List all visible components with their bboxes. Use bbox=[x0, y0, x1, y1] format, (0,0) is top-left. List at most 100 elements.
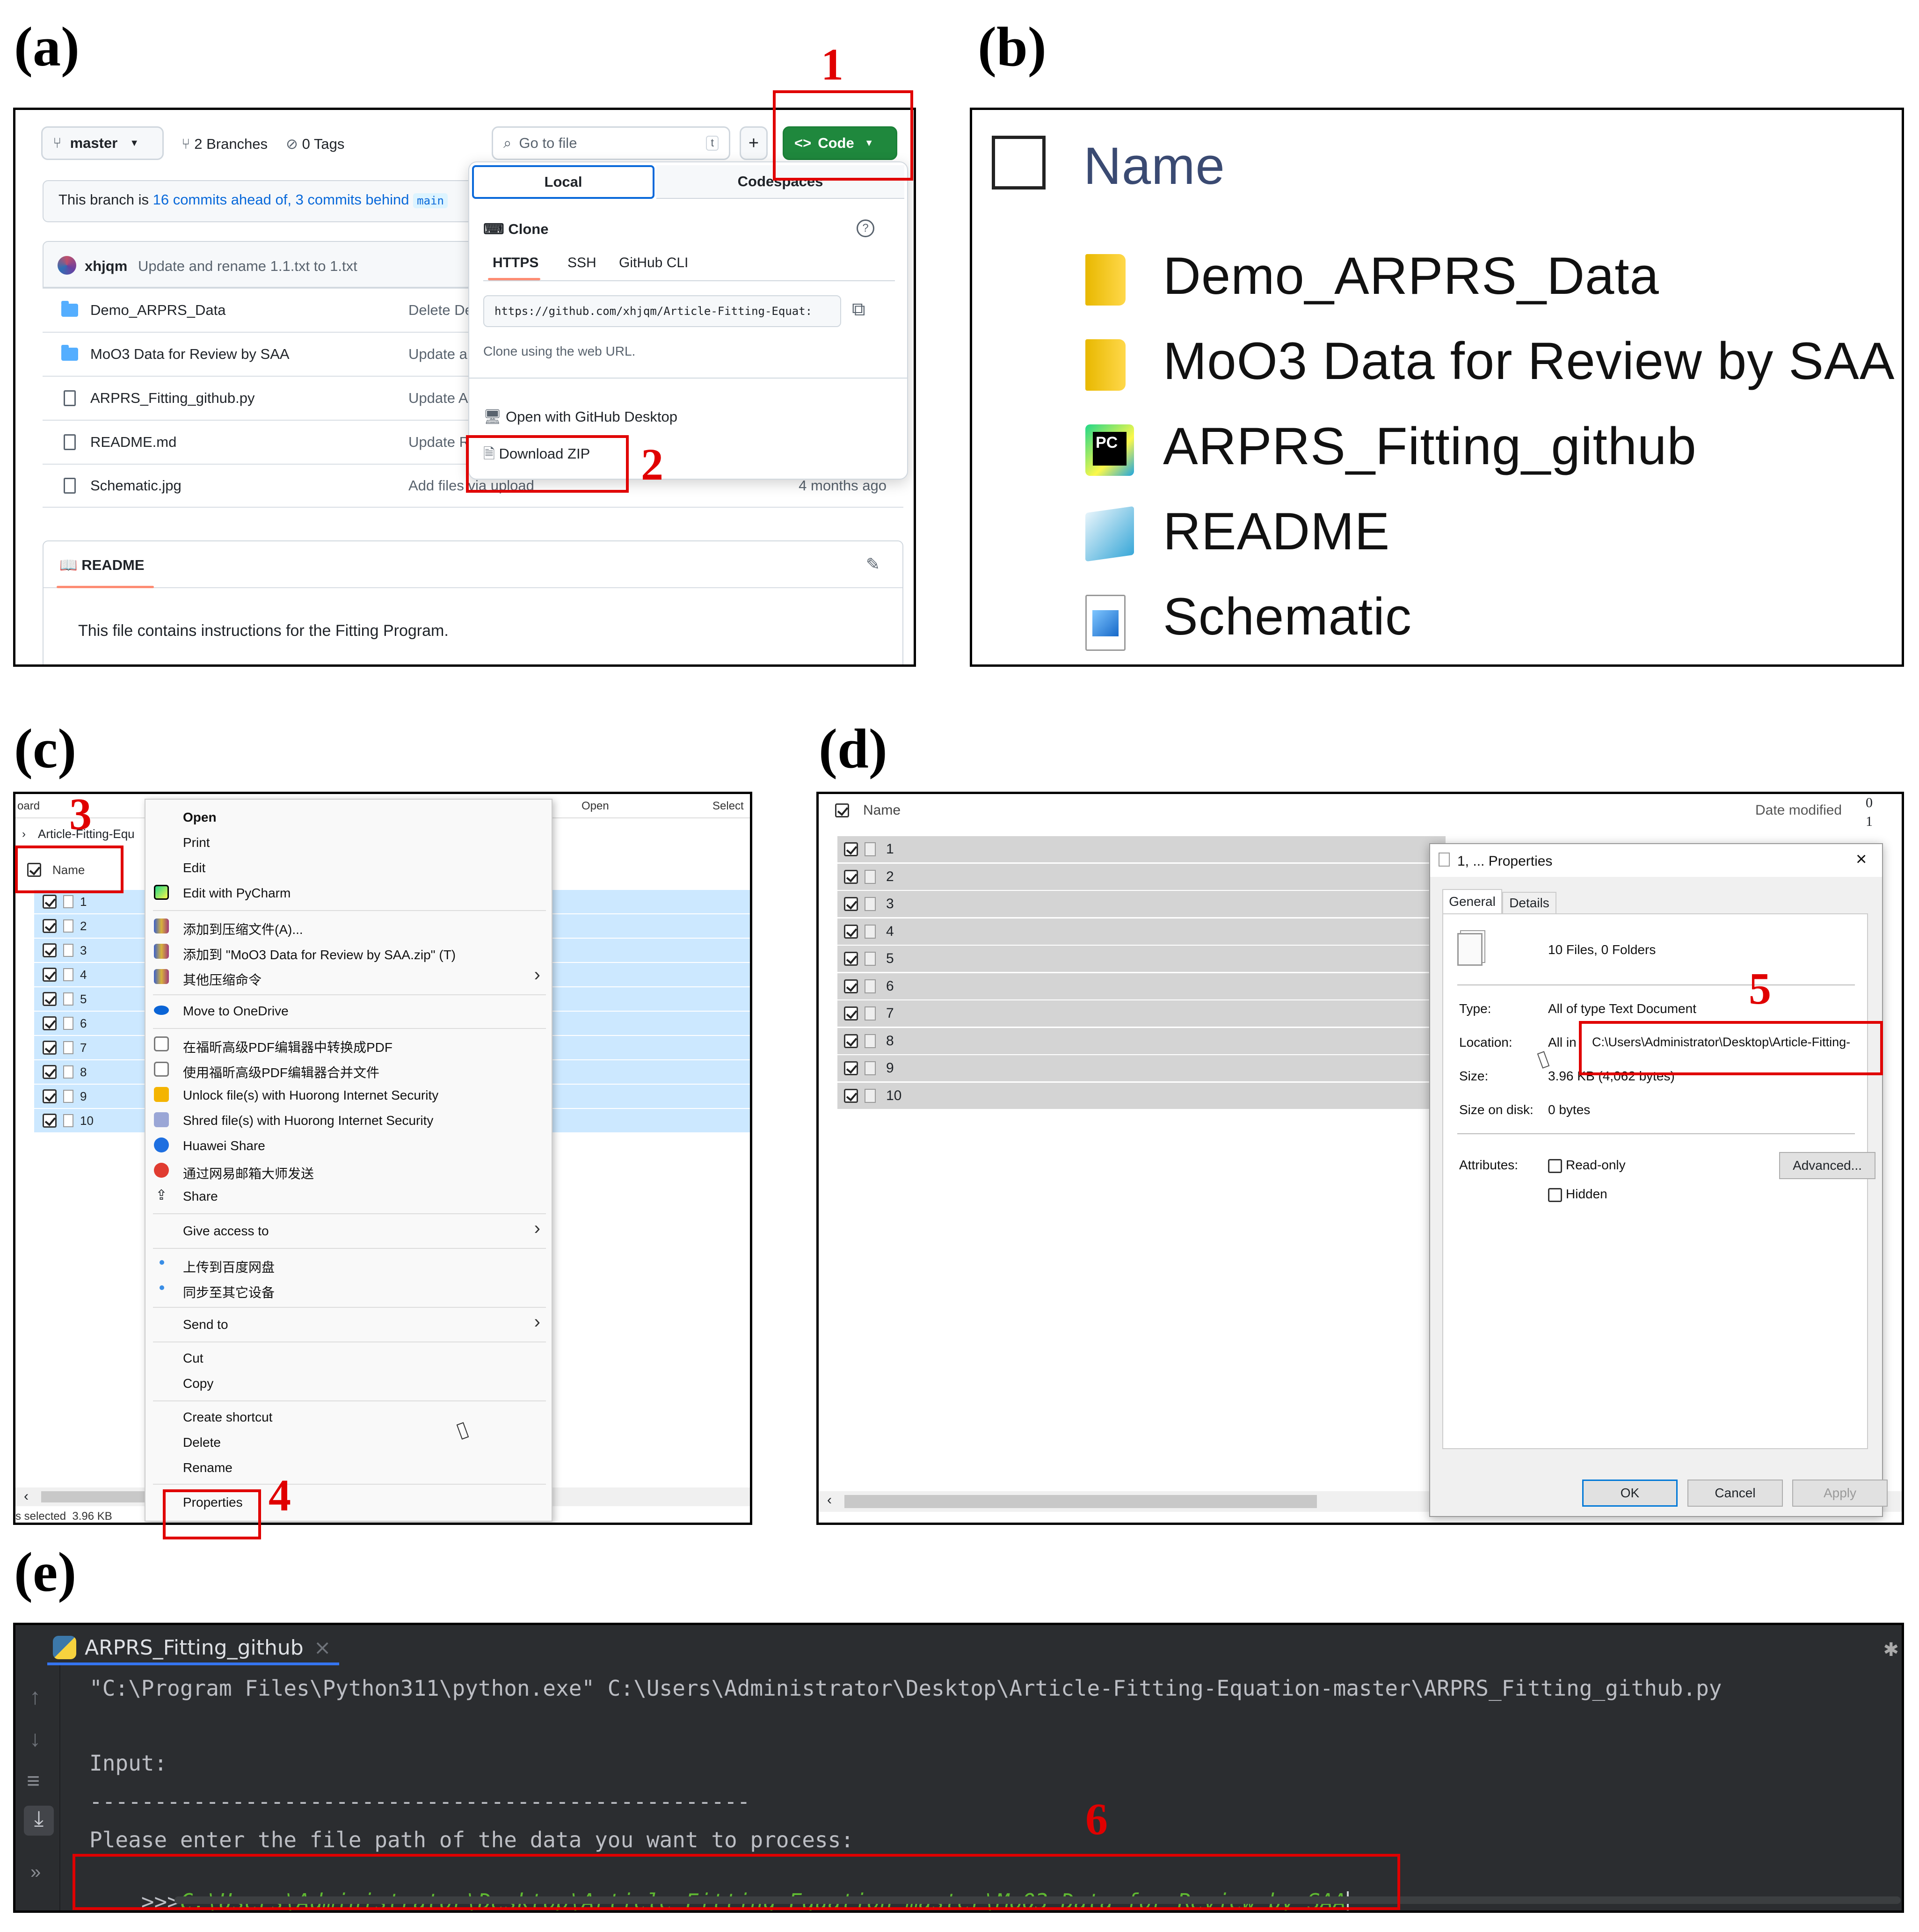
row-checkbox[interactable] bbox=[43, 1041, 57, 1055]
file-name[interactable]: 10 bbox=[886, 1088, 901, 1104]
menu-item-pdf-convert[interactable]: 在福昕高级PDF编辑器中转换成PDF bbox=[183, 1037, 393, 1056]
file-row[interactable]: 9 bbox=[837, 1055, 1446, 1081]
ribbon-select[interactable]: Select bbox=[712, 800, 744, 813]
copy-icon[interactable]: ⧉ bbox=[852, 299, 865, 320]
file-name[interactable]: 9 bbox=[886, 1060, 894, 1076]
file-row[interactable]: 5 bbox=[837, 946, 1446, 972]
row-checkbox[interactable] bbox=[844, 869, 858, 884]
menu-item-shred[interactable]: Shred file(s) with Huorong Internet Secu… bbox=[183, 1113, 433, 1128]
protocol-tab[interactable]: SSH bbox=[567, 255, 596, 271]
file-name[interactable]: 4 bbox=[80, 968, 87, 982]
menu-item-print[interactable]: Print bbox=[183, 835, 210, 850]
file-name[interactable]: 4 bbox=[886, 924, 894, 940]
row-checkbox[interactable] bbox=[844, 1061, 858, 1075]
protocol-tab[interactable]: GitHub CLI bbox=[619, 255, 688, 271]
item-name[interactable]: Demo_ARPRS_Data bbox=[1163, 246, 1659, 306]
row-checkbox[interactable] bbox=[844, 1006, 858, 1021]
file-name[interactable]: README.md bbox=[90, 434, 408, 451]
clone-url-field[interactable]: https://github.com/xhjqm/Article-Fitting… bbox=[483, 295, 841, 327]
scrollbar-thumb[interactable] bbox=[844, 1495, 1317, 1508]
select-all-checkbox[interactable] bbox=[992, 136, 1046, 190]
menu-item-zip-add-named[interactable]: 添加到 "MoO3 Data for Review by SAA.zip" (T… bbox=[183, 945, 456, 963]
name-column-header[interactable]: Name bbox=[835, 799, 901, 822]
row-checkbox[interactable] bbox=[43, 1089, 57, 1103]
gear-icon[interactable]: ✱ bbox=[1883, 1639, 1899, 1661]
row-checkbox[interactable] bbox=[43, 1065, 57, 1079]
scrollbar-thumb[interactable] bbox=[41, 1491, 153, 1502]
row-checkbox[interactable] bbox=[43, 943, 57, 957]
commit-message[interactable]: Update and rename 1.1.txt to 1.txt bbox=[138, 258, 357, 275]
file-name[interactable]: 2 bbox=[80, 919, 87, 933]
menu-item-baidu[interactable]: 上传到百度网盘 bbox=[183, 1257, 275, 1276]
readonly-checkbox[interactable]: Read-only bbox=[1548, 1158, 1626, 1173]
name-column-header[interactable]: Name bbox=[1083, 136, 1225, 196]
close-icon[interactable]: × bbox=[1856, 849, 1867, 870]
chevron-right-icon[interactable]: › bbox=[22, 828, 26, 841]
file-name[interactable]: 9 bbox=[80, 1089, 87, 1104]
protocol-tab[interactable]: HTTPS bbox=[493, 255, 538, 271]
file-name[interactable]: 7 bbox=[886, 1006, 894, 1021]
go-to-file-input[interactable]: ⌕ Go to file t bbox=[492, 126, 730, 160]
file-row[interactable]: 1 bbox=[837, 836, 1446, 862]
file-name[interactable]: 8 bbox=[886, 1033, 894, 1049]
apply-button[interactable]: Apply bbox=[1792, 1480, 1888, 1507]
file-name[interactable]: 3 bbox=[886, 896, 894, 912]
select-all-checkbox[interactable] bbox=[835, 803, 849, 817]
cancel-button[interactable]: Cancel bbox=[1687, 1480, 1783, 1507]
menu-item-pdf-merge[interactable]: 使用福昕高级PDF编辑器合并文件 bbox=[183, 1063, 379, 1081]
menu-item-create-shortcut[interactable]: Create shortcut bbox=[183, 1410, 272, 1425]
row-checkbox[interactable] bbox=[844, 979, 858, 993]
menu-item-open[interactable]: Open bbox=[183, 810, 217, 825]
advanced-button[interactable]: Advanced... bbox=[1779, 1152, 1875, 1179]
file-row[interactable]: 7 bbox=[837, 1000, 1446, 1027]
ok-button[interactable]: OK bbox=[1582, 1480, 1678, 1507]
menu-item-huawei[interactable]: Huawei Share bbox=[183, 1138, 265, 1153]
row-checkbox[interactable] bbox=[844, 924, 858, 939]
file-name[interactable]: ARPRS_Fitting_github.py bbox=[90, 390, 408, 407]
tab-general[interactable]: General bbox=[1442, 889, 1502, 913]
file-name[interactable]: 5 bbox=[886, 951, 894, 967]
file-row[interactable]: 8 bbox=[837, 1028, 1446, 1054]
menu-item-send-to[interactable]: Send to bbox=[183, 1317, 228, 1332]
menu-item-unlock[interactable]: Unlock file(s) with Huorong Internet Sec… bbox=[183, 1088, 438, 1103]
file-row[interactable]: 4 bbox=[837, 918, 1446, 945]
item-name[interactable]: ARPRS_Fitting_github bbox=[1163, 416, 1697, 476]
scroll-left-icon[interactable]: ‹ bbox=[24, 1488, 29, 1504]
menu-item-give-access[interactable]: Give access to bbox=[183, 1224, 269, 1239]
run-tab[interactable]: ARPRS_Fitting_github × bbox=[53, 1634, 331, 1661]
file-name[interactable]: 3 bbox=[80, 943, 87, 958]
open-desktop-item[interactable]: 🖥 Open with GitHub Desktop bbox=[483, 408, 677, 425]
menu-item-sync[interactable]: 同步至其它设备 bbox=[183, 1283, 275, 1301]
menu-item-zip-add[interactable]: 添加到压缩文件(A)... bbox=[183, 919, 303, 938]
file-name[interactable]: Schematic.jpg bbox=[90, 477, 408, 494]
more-icon[interactable]: » bbox=[30, 1862, 41, 1883]
file-name[interactable]: MoO3 Data for Review by SAA bbox=[90, 346, 408, 363]
file-name[interactable]: 8 bbox=[80, 1065, 87, 1079]
branches-link[interactable]: ⑂ 2 Branches bbox=[182, 136, 268, 153]
row-checkbox[interactable] bbox=[43, 919, 57, 933]
menu-item-edit-pycharm[interactable]: Edit with PyCharm bbox=[183, 886, 291, 901]
file-name[interactable]: 1 bbox=[80, 895, 87, 909]
file-row[interactable]: 3 bbox=[837, 891, 1446, 917]
menu-item-share[interactable]: Share bbox=[183, 1189, 218, 1204]
date-modified-header[interactable]: Date modified bbox=[1755, 802, 1842, 818]
readonly-checkbox-box[interactable] bbox=[1548, 1159, 1562, 1173]
commits-compare-link[interactable]: 16 commits ahead of, 3 commits behind bbox=[153, 191, 409, 208]
close-icon[interactable]: × bbox=[314, 1636, 331, 1660]
tab-local[interactable]: Local bbox=[472, 165, 654, 199]
ribbon-open[interactable]: Open bbox=[582, 800, 609, 813]
file-row[interactable]: 2 bbox=[837, 863, 1446, 890]
scroll-left-icon[interactable]: ‹ bbox=[827, 1492, 832, 1508]
menu-item-netease[interactable]: 通过网易邮箱大师发送 bbox=[183, 1164, 314, 1182]
file-row[interactable]: 6 bbox=[837, 973, 1446, 999]
menu-item-edit[interactable]: Edit bbox=[183, 860, 205, 875]
help-icon[interactable]: ? bbox=[857, 219, 874, 237]
file-name[interactable]: 5 bbox=[80, 992, 87, 1006]
item-name[interactable]: MoO3 Data for Review by SAA bbox=[1163, 331, 1895, 391]
hidden-checkbox[interactable]: Hidden bbox=[1548, 1187, 1607, 1202]
scroll-up-icon[interactable]: ↑ bbox=[29, 1684, 41, 1710]
row-checkbox[interactable] bbox=[43, 1016, 57, 1030]
commit-user[interactable]: xhjqm bbox=[85, 258, 127, 275]
menu-item-zip-other[interactable]: 其他压缩命令 bbox=[183, 970, 262, 989]
file-name[interactable]: 6 bbox=[886, 978, 894, 994]
